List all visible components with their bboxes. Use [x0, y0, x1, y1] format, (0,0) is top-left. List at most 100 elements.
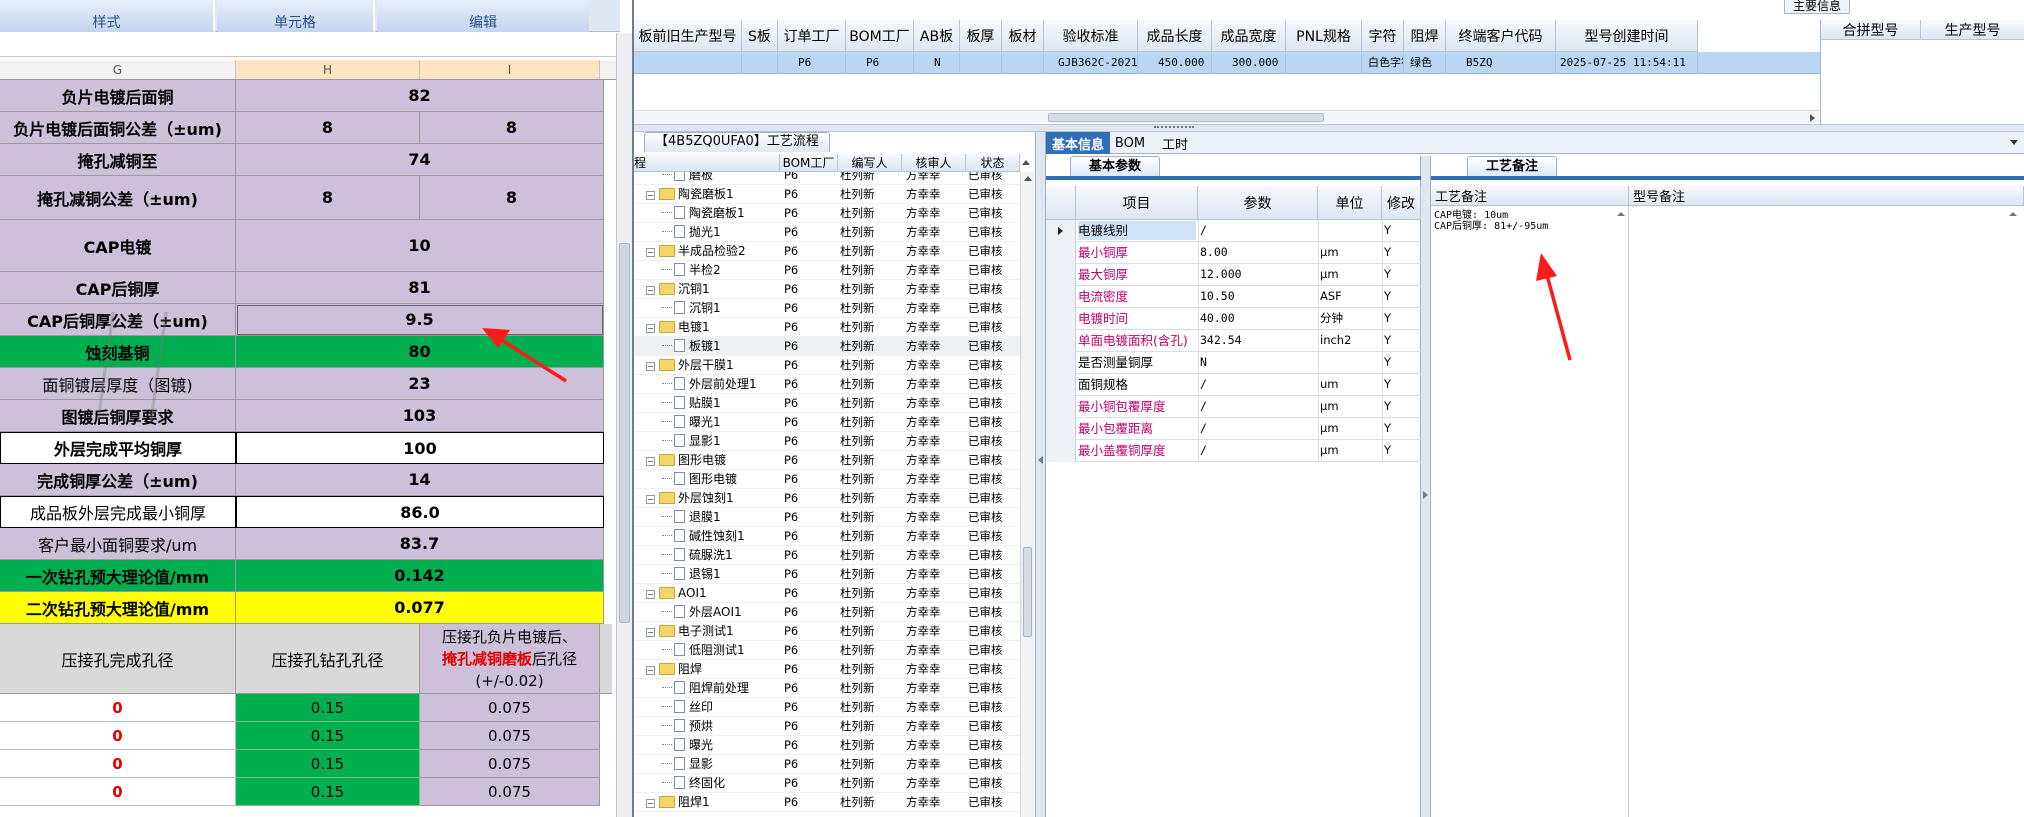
flow-tree-row[interactable]: − 图形电镀 P6 杜列新 方幸幸 已审核 — [634, 451, 1020, 470]
value-cell[interactable]: 23 — [236, 368, 604, 400]
param-value[interactable]: 342.54 — [1200, 331, 1316, 350]
press-plated-hole-header[interactable]: 压接孔负片电镀后、 掩孔减铜磨板后孔径 (+/-0.02) — [420, 624, 600, 694]
flow-tree-row[interactable]: 丝印 P6 杜列新 方幸幸 已审核 — [634, 698, 1020, 717]
flow-tree-row[interactable]: 半检2 P6 杜列新 方幸幸 已审核 — [634, 261, 1020, 280]
flow-tree-row[interactable]: − 电镀1 P6 杜列新 方幸幸 已审核 — [634, 318, 1020, 337]
row-indicator[interactable] — [1046, 286, 1076, 308]
param-modify[interactable]: Y — [1384, 419, 1414, 438]
grid-cell[interactable] — [1286, 52, 1362, 74]
param-row[interactable]: 电镀时间 40.00 分钟 Y — [1046, 308, 1421, 330]
param-value[interactable]: N — [1200, 353, 1316, 372]
value-cell[interactable]: 8 — [236, 176, 420, 220]
flow-tree-row[interactable]: 曝光1 P6 杜列新 方幸幸 已审核 — [634, 413, 1020, 432]
value-cell[interactable]: 9.5 — [236, 304, 604, 336]
grid-cell[interactable]: 450.000 — [1138, 52, 1212, 74]
param-row[interactable]: 最小包覆距离 / μm Y — [1046, 418, 1421, 440]
row-label-cell[interactable]: CAP电镀 — [0, 220, 236, 272]
flow-tree-row[interactable]: 显影1 P6 杜列新 方幸幸 已审核 — [634, 432, 1020, 451]
collapse-toggle-icon[interactable]: − — [646, 286, 655, 295]
grid-column-header[interactable]: 型号创建时间 — [1556, 20, 1698, 52]
grid-column-header[interactable]: PNL规格 — [1286, 20, 1362, 52]
grid-column-header[interactable]: 阻焊 — [1404, 20, 1446, 52]
flow-tree-row[interactable]: 预烘 P6 杜列新 方幸幸 已审核 — [634, 717, 1020, 736]
row-indicator[interactable] — [1046, 220, 1076, 242]
row-label-cell[interactable]: 负片电镀后面铜公差（±um) — [0, 112, 236, 144]
value-cell[interactable]: 8 — [420, 112, 604, 144]
hscroll-thumb[interactable] — [1048, 113, 1324, 122]
scrollbar-thumb[interactable] — [1023, 547, 1032, 637]
value-cell[interactable]: 80 — [236, 336, 604, 368]
grid-column-header[interactable]: 板材 — [1002, 20, 1044, 52]
grid-cell[interactable]: 绿色 — [1404, 52, 1446, 74]
row-indicator[interactable] — [1046, 418, 1076, 440]
flow-tree-row[interactable]: 沉铜1 P6 杜列新 方幸幸 已审核 — [634, 299, 1020, 318]
param-row[interactable]: 最小盖覆铜厚度 / μm Y — [1046, 440, 1421, 462]
row-label-cell[interactable]: 完成铜厚公差（±um) — [0, 464, 236, 496]
param-value[interactable]: / — [1200, 397, 1316, 416]
grid-column-header[interactable]: 成品宽度 — [1212, 20, 1286, 52]
value-cell[interactable]: 0.077 — [236, 592, 604, 624]
grid-column-header[interactable]: BOM工厂 — [846, 20, 914, 52]
plated-hole-cell[interactable]: 0.075 — [420, 778, 600, 806]
param-row[interactable]: 最大铜厚 12.000 μm Y — [1046, 264, 1421, 286]
flow-tree-row[interactable]: 退膜1 P6 杜列新 方幸幸 已审核 — [634, 508, 1020, 527]
collapse-toggle-icon[interactable]: − — [646, 248, 655, 257]
param-column-header[interactable]: 单位 — [1318, 186, 1382, 220]
param-row[interactable]: 面铜规格 / um Y — [1046, 374, 1421, 396]
row-label-cell[interactable]: 外层完成平均铜厚 — [0, 432, 236, 464]
tab-bom[interactable]: BOM — [1112, 132, 1148, 154]
flow-tree-row[interactable]: 退锡1 P6 杜列新 方幸幸 已审核 — [634, 565, 1020, 584]
flow-tree-row[interactable]: 硫脲洗1 P6 杜列新 方幸幸 已审核 — [634, 546, 1020, 565]
row-label-cell[interactable]: 掩孔减铜至 — [0, 144, 236, 176]
flow-tree-row[interactable]: − 外层蚀刻1 P6 杜列新 方幸幸 已审核 — [634, 489, 1020, 508]
param-modify[interactable]: Y — [1384, 397, 1414, 416]
row-label-cell[interactable]: 客户最小面铜要求/um — [0, 528, 236, 560]
collapse-toggle-icon[interactable]: − — [646, 628, 655, 637]
drill-hole-cell[interactable]: 0.15 — [236, 694, 420, 722]
flow-tree-row[interactable]: 板镀1 P6 杜列新 方幸幸 已审核 — [634, 337, 1020, 356]
collapse-toggle-icon[interactable]: − — [646, 324, 655, 333]
value-cell[interactable]: 14 — [236, 464, 604, 496]
collapse-left-icon[interactable] — [1038, 456, 1043, 464]
row-indicator[interactable] — [1046, 264, 1076, 286]
grid-cell[interactable] — [742, 52, 778, 74]
finish-hole-cell[interactable]: 0 — [0, 694, 236, 722]
row-indicator[interactable] — [1046, 352, 1076, 374]
col-header-g[interactable]: G — [0, 60, 236, 79]
value-cell[interactable]: 8 — [420, 176, 604, 220]
param-row[interactable]: 最小铜厚 8.00 μm Y — [1046, 242, 1421, 264]
flow-tree-row[interactable]: 曝光 P6 杜列新 方幸幸 已审核 — [634, 736, 1020, 755]
tab-dropdown-icon[interactable] — [2010, 140, 2018, 145]
finish-hole-cell[interactable]: 0 — [0, 722, 236, 750]
grid-cell[interactable]: 白色字符 — [1362, 52, 1404, 74]
col-header-production-model[interactable]: 生产型号 — [1921, 20, 2024, 40]
main-grid-row[interactable]: P6P6NGJB362C-2021450.000300.000白色字符绿色B5Z… — [634, 52, 1820, 74]
collapse-toggle-icon[interactable]: − — [646, 457, 655, 466]
flow-column-header[interactable]: 状态 — [966, 154, 1020, 172]
param-modify[interactable]: Y — [1384, 243, 1414, 262]
splitter-vertical-2[interactable] — [1421, 156, 1431, 817]
value-cell[interactable]: 10 — [236, 220, 604, 272]
row-indicator[interactable] — [1046, 308, 1076, 330]
sort-asc-icon[interactable] — [1022, 160, 1030, 165]
drill-hole-cell[interactable]: 0.15 — [236, 722, 420, 750]
model-remark-text[interactable] — [1629, 206, 2024, 817]
row-indicator[interactable] — [1046, 242, 1076, 264]
collapse-toggle-icon[interactable]: − — [646, 799, 655, 808]
grid-column-header[interactable]: 板厚 — [960, 20, 1002, 52]
param-modify[interactable]: Y — [1384, 441, 1414, 460]
press-drill-hole-header[interactable]: 压接孔钻孔孔径 — [236, 624, 420, 694]
value-cell[interactable]: 8 — [236, 112, 420, 144]
param-value[interactable]: / — [1200, 441, 1316, 460]
value-cell[interactable]: 74 — [236, 144, 604, 176]
grid-column-header[interactable]: S板 — [742, 20, 778, 52]
param-row[interactable]: 电镀线别 / Y — [1046, 220, 1421, 242]
flow-tree-row[interactable]: 外层前处理1 P6 杜列新 方幸幸 已审核 — [634, 375, 1020, 394]
scroll-up-icon[interactable] — [1617, 212, 1625, 216]
value-cell[interactable]: 83.7 — [236, 528, 604, 560]
row-indicator[interactable] — [1046, 396, 1076, 418]
grid-column-header[interactable]: 字符 — [1362, 20, 1404, 52]
flow-tree-row[interactable]: − 电子测试1 P6 杜列新 方幸幸 已审核 — [634, 622, 1020, 641]
param-value[interactable]: / — [1200, 419, 1316, 438]
grid-cell[interactable]: P6 — [846, 52, 914, 74]
